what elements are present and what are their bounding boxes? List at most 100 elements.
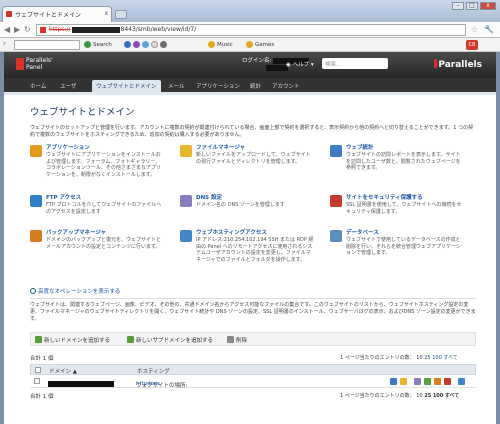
plesk-panel: Parallels' Panel ログイン名: ◉ ヘルプ ▾ 検索... Pa…: [0, 52, 500, 424]
row-ssl-icon[interactable]: [444, 378, 451, 385]
feature-secure-site-link[interactable]: サイトをセキュリティ保護する: [346, 195, 423, 202]
weather-icon[interactable]: [142, 41, 149, 48]
feature-backup-desc: ドメインのバックアップと復元を、ウェブサイトとメールアカウントの設定とコンテンツ…: [46, 237, 162, 250]
feature-dns: DNS 設定 ドメイン名の DNS ゾーンを管理します: [180, 195, 314, 225]
feature-secure-site-desc: SSL 証明書を使用して、ウェブサイトへの接続をセキュリティ保護します。: [346, 202, 462, 215]
tab-account[interactable]: アカウント: [268, 80, 304, 92]
toolbar-search-input[interactable]: [14, 40, 80, 50]
entries-per-page: 1 ページ当たりのエントリの数： 10 25 100 すべて: [340, 354, 458, 361]
row-web-icon[interactable]: [424, 378, 431, 385]
wrench-icon[interactable]: 🔧: [484, 25, 494, 34]
logo-line1: Parallels': [26, 57, 53, 64]
help-menu[interactable]: ◉ ヘルプ ▾: [286, 60, 314, 68]
logo-line2: Panel: [26, 64, 43, 71]
perpage-10: 10: [416, 355, 423, 361]
feature-hosting-access-link[interactable]: ウェブホスティングアクセス: [196, 230, 267, 237]
tab-users[interactable]: ユーザ: [56, 80, 80, 92]
feature-ftp: FTP アクセス FTP プロトコルを介してウェブサイトのファイルへのアクセスを…: [30, 195, 164, 225]
feature-backup-link[interactable]: バックアップマネージャ: [46, 230, 106, 237]
extension-toolbar: ⌕ Search Music Games CB: [0, 38, 500, 52]
feature-web-statistics-link[interactable]: ウェブ統計: [346, 145, 374, 152]
insecure-lock-icon: [40, 27, 46, 33]
row-dns-icon[interactable]: [414, 378, 421, 385]
settings-icon[interactable]: [160, 41, 167, 48]
add-subdomain-button[interactable]: 新しいサブドメインを追加する: [127, 336, 213, 344]
minimize-button[interactable]: –: [452, 2, 464, 10]
tab-close-icon[interactable]: x: [104, 10, 108, 17]
row-stats-icon[interactable]: [390, 378, 397, 385]
advanced-label: 高度なオペレーションを表示する: [38, 289, 121, 295]
add-domain-button[interactable]: 新しいドメインを追加する: [35, 336, 110, 344]
forward-icon[interactable]: ▶: [14, 25, 20, 34]
feature-dns-link[interactable]: DNS 設定: [196, 195, 222, 202]
games-button[interactable]: Games: [246, 41, 274, 48]
main-tabs: ホーム ユーザ ウェブサイトとドメイン メール アプリケーション 統計 アカウン…: [4, 78, 496, 92]
feature-applications-link[interactable]: アプリケーション: [46, 145, 90, 152]
feature-applications: アプリケーション ウェブサイトにアプリケーションをインストールおよび管理します。…: [30, 145, 164, 189]
help-label: ヘルプ: [292, 62, 310, 68]
feature-file-manager-desc: 新しいファイルをアップロードして、ウェブサイトの現行ファイルとディレクトリを管理…: [196, 152, 311, 165]
feature-databases: データベース ウェブサイトで使用しているデータベースの作成と削除を行い、それらを…: [330, 230, 464, 280]
url-scheme: https://: [49, 26, 71, 33]
mail-icon[interactable]: [133, 41, 140, 48]
feature-ftp-desc: FTP プロトコルを介してウェブサイトのファイルへのアクセスを設定します: [46, 202, 162, 215]
row-folder-icon[interactable]: [400, 378, 407, 385]
perpage-all[interactable]: すべて: [443, 355, 457, 361]
feature-web-statistics: ウェブ統計 ウェブサイトの訪問レポートを表示します。サイトを訪問したユーザ数と、…: [330, 145, 464, 189]
search-icon[interactable]: ⌕: [3, 41, 6, 48]
perpage-25[interactable]: 25: [424, 355, 430, 361]
maximize-button[interactable]: □: [466, 2, 478, 10]
row-settings-icon[interactable]: [458, 378, 465, 385]
col-domain[interactable]: ドメイン ▲: [49, 367, 77, 375]
redacted-subscription: [266, 65, 288, 71]
music-icon: [208, 41, 215, 48]
tab-mail[interactable]: メール: [164, 80, 189, 92]
globe-icon[interactable]: [124, 41, 131, 48]
footer-perpage-25[interactable]: 25: [424, 393, 431, 399]
url-field[interactable]: https:// 8443/smb/web/view/id/7/: [36, 24, 466, 36]
login-subinfo: [266, 65, 288, 72]
feature-secure-site: サイトをセキュリティ保護する SSL 証明書を使用して、ウェブサイトへの接続をセ…: [330, 195, 464, 225]
back-icon[interactable]: ◀: [4, 25, 10, 34]
browser-tab[interactable]: ウェブサイトとドメイン x: [2, 6, 112, 22]
parallels-logo[interactable]: Parallels' Panel: [16, 57, 53, 71]
feature-file-manager-link[interactable]: ファイルマネージャ: [196, 145, 245, 152]
perpage-100[interactable]: 100: [432, 355, 442, 361]
reload-icon[interactable]: ↻: [24, 25, 31, 34]
clock-icon[interactable]: [151, 41, 158, 48]
window-controls: – □ x: [452, 2, 496, 10]
expand-icon: [30, 288, 36, 294]
bookmark-star-icon[interactable]: ☆: [471, 25, 478, 34]
footer-perpage-label: 1 ページ当たりのエントリの数：: [340, 393, 415, 399]
hosting-globe-icon: [180, 230, 192, 242]
advanced-operations-toggle[interactable]: 高度なオペレーションを表示する: [30, 287, 120, 295]
tab-applications[interactable]: アプリケーション: [192, 80, 244, 92]
footer-total-count: 合計 1 個: [30, 394, 54, 400]
row-hosting-link[interactable]: httpdocs: [136, 381, 160, 387]
footer-perpage-all[interactable]: すべて: [445, 393, 459, 399]
row-backup-icon[interactable]: [434, 378, 441, 385]
url-path: 8443/smb/web/view/id/7/: [120, 26, 197, 33]
favicon-icon: [6, 11, 12, 17]
row-checkbox[interactable]: [34, 378, 40, 384]
tab-websites-domains[interactable]: ウェブサイトとドメイン: [92, 80, 161, 92]
tab-title: ウェブサイトとドメイン: [15, 12, 82, 19]
footer-entries-per-page: 1 ページ当たりのエントリの数： 10 25 100 すべて: [340, 392, 459, 399]
search-button[interactable]: Search: [84, 41, 112, 48]
close-window-button[interactable]: x: [480, 2, 496, 10]
add-domain-label: 新しいドメインを追加する: [44, 338, 111, 344]
parallels-logo-mark-icon: [16, 58, 24, 70]
new-tab-button[interactable]: [115, 10, 127, 19]
tab-home[interactable]: ホーム: [26, 80, 50, 92]
delete-button[interactable]: 削除: [227, 336, 247, 344]
tab-statistics[interactable]: 統計: [246, 80, 265, 92]
footer-perpage-100[interactable]: 100: [433, 393, 443, 399]
feature-databases-link[interactable]: データベース: [346, 230, 379, 237]
extension-badge-icon[interactable]: CB: [466, 40, 478, 50]
panel-search-input[interactable]: 検索...: [322, 58, 388, 69]
add-domain-icon: [35, 336, 42, 343]
music-button[interactable]: Music: [208, 41, 233, 48]
actions-toolbar: 新しいドメインを追加する 新しいサブドメインを追加する 削除: [30, 332, 476, 346]
feature-ftp-link[interactable]: FTP アクセス: [46, 195, 81, 202]
select-all-checkbox[interactable]: [35, 367, 41, 373]
